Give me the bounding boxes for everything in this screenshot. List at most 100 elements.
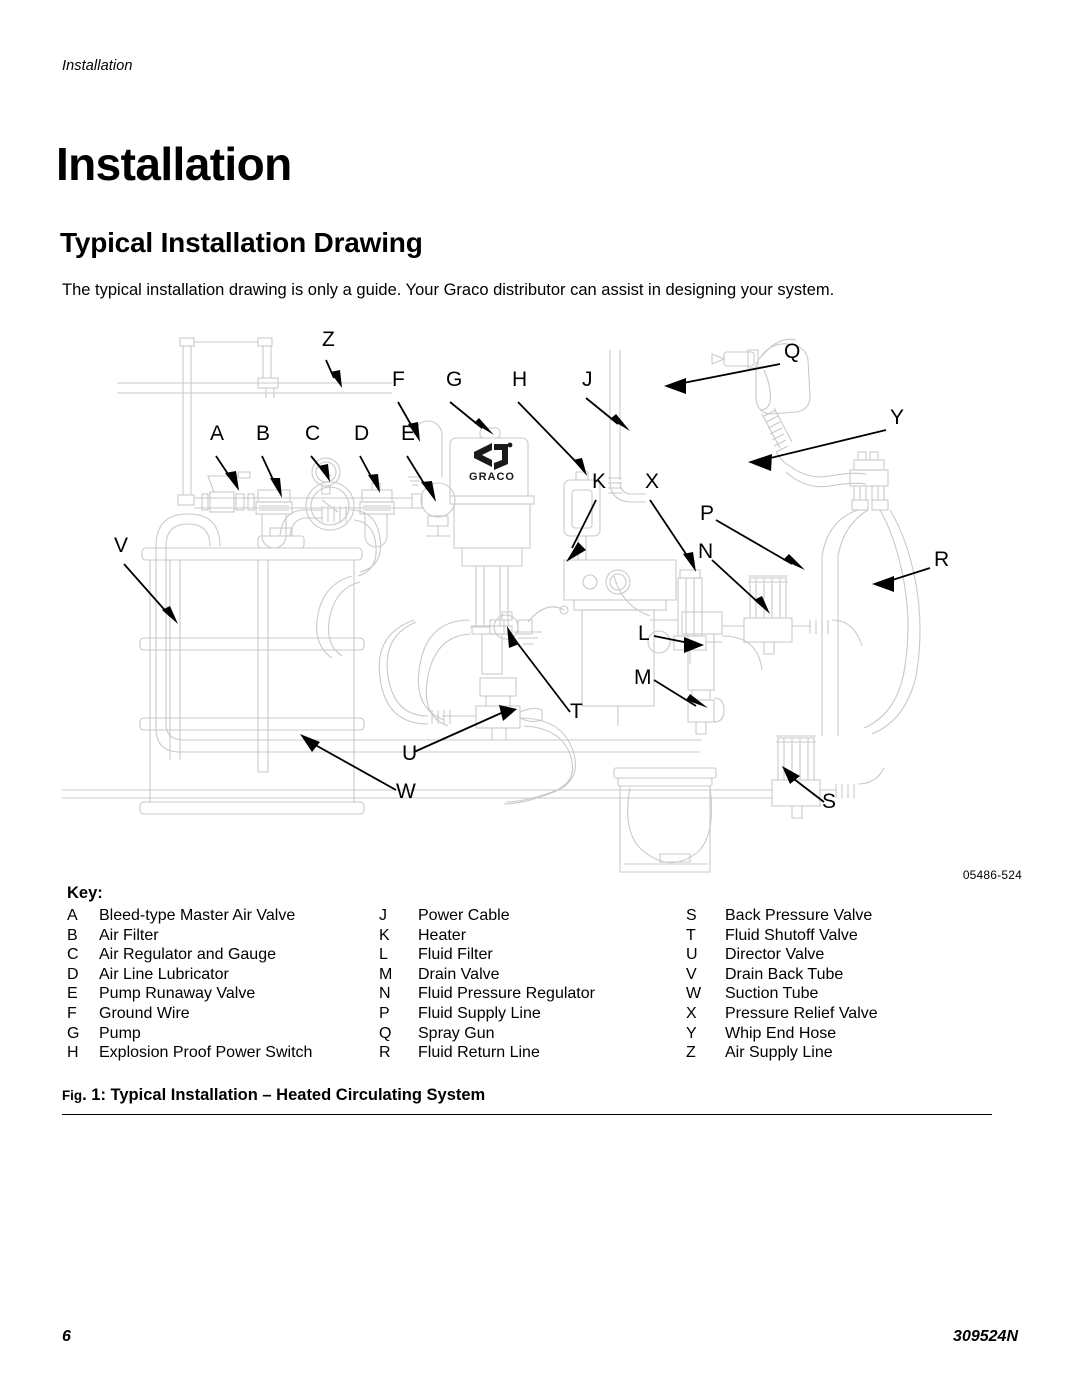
power-cable (608, 350, 646, 503)
callout-letter-F: F (392, 368, 405, 391)
key-letter: S (686, 907, 697, 924)
figure-caption-text: . 1: Typical Installation – Heated Circu… (82, 1086, 486, 1104)
key-letter: E (67, 985, 78, 1003)
drain-valve (687, 689, 725, 735)
key-letter: Y (686, 1024, 697, 1042)
key-letter: T (686, 926, 696, 944)
key-entry: X Pressure Relief Valve (681, 1004, 981, 1024)
key-entry: J Power Cable (374, 906, 681, 926)
key-description: Air Filter (99, 926, 159, 944)
callout-letter-S: S (822, 790, 836, 813)
fluid-return-line (863, 509, 921, 735)
drum-container (139, 506, 382, 815)
key-entry: E Pump Runaway Valve (62, 984, 374, 1004)
key-entry: F Ground Wire (62, 1004, 374, 1024)
key-entry: N Fluid Pressure Regulator (374, 984, 681, 1004)
key-entry: G Pump (62, 1024, 374, 1044)
figure-caption: Fig. 1: Typical Installation – Heated Ci… (62, 1086, 992, 1115)
key-description: Fluid Pressure Regulator (418, 985, 595, 1003)
key-letter: W (686, 985, 702, 1003)
key-letter: U (686, 946, 698, 964)
back-pressure-valve (62, 735, 885, 819)
footer-document-number: 309524N (953, 1328, 1018, 1345)
key-entry: K Heater (374, 926, 681, 946)
key-entry: Q Spray Gun (374, 1024, 681, 1044)
key-entry: Y Whip End Hose (681, 1024, 981, 1044)
waste-bucket (613, 767, 717, 873)
callout-letter-W: W (396, 780, 416, 803)
key-description: Fluid Return Line (418, 1044, 540, 1062)
key-letter: V (686, 965, 697, 983)
key-description: Heater (418, 926, 467, 944)
callout-letter-M: M (634, 666, 652, 689)
key-description: Suction Tube (725, 985, 819, 1003)
key-description: Air Supply Line (725, 1044, 833, 1062)
key-entry: L Fluid Filter (374, 945, 681, 965)
callout-letter-X: X (645, 470, 659, 493)
key-columns: A Bleed-type Master Air Valve B Air Filt… (62, 906, 992, 1063)
running-header: Installation (62, 58, 133, 74)
fluid-filter (613, 575, 723, 691)
figure-caption-prefix: Fig (62, 1088, 83, 1103)
key-letter: F (67, 1004, 77, 1022)
key-entry: T Fluid Shutoff Valve (681, 926, 981, 946)
key-letter: M (379, 965, 393, 983)
callout-letter-C: C (305, 422, 320, 445)
callout-letter-Q: Q (784, 340, 800, 363)
key-letter: P (379, 1004, 390, 1022)
key-column-1: A Bleed-type Master Air Valve B Air Filt… (62, 906, 374, 1063)
document-page: Installation Installation Typical Instal… (0, 0, 1080, 1397)
key-description: Air Line Lubricator (99, 965, 229, 983)
key-entry: B Air Filter (62, 926, 374, 946)
key-entry: Z Air Supply Line (681, 1043, 981, 1063)
installation-schematic: GRACO Z Q F G H J Y A B C D E K X P V N … (62, 328, 949, 873)
key-letter: R (379, 1044, 391, 1062)
drain-back-tube (155, 513, 702, 753)
key-description: Power Cable (418, 907, 510, 924)
key-entry: A Bleed-type Master Air Valve (62, 906, 374, 926)
key-letter: K (379, 926, 390, 944)
key-description: Fluid Filter (418, 946, 493, 964)
key-letter: L (379, 946, 388, 964)
callout-letter-N: N (698, 540, 713, 563)
key-description: Explosion Proof Power Switch (99, 1044, 313, 1062)
section-heading: Typical Installation Drawing (60, 227, 423, 259)
key-letter: J (379, 907, 387, 924)
callout-letter-Y: Y (890, 406, 904, 429)
key-description: Fluid Shutoff Valve (725, 926, 858, 944)
director-valve (378, 619, 576, 805)
callout-letter-D: D (354, 422, 369, 445)
callout-letter-K: K (592, 470, 606, 493)
callout-letter-J: J (582, 368, 593, 391)
key-description: Air Regulator and Gauge (99, 946, 276, 964)
key-letter: Z (686, 1044, 696, 1062)
key-letter: N (379, 985, 391, 1003)
callout-letter-E: E (401, 422, 415, 445)
callout-letter-A: A (210, 422, 224, 445)
callout-letter-G: G (446, 368, 462, 391)
callout-letter-U: U (402, 742, 417, 765)
hose-coupling-group (849, 451, 889, 511)
key-entry: M Drain Valve (374, 965, 681, 985)
key-letter: X (686, 1004, 697, 1022)
callout-letter-L: L (638, 622, 650, 645)
installation-drawing-figure: GRACO Z Q F G H J Y A B C D E K X P V N … (62, 320, 992, 890)
key-entry: R Fluid Return Line (374, 1043, 681, 1063)
key-description: Drain Valve (418, 965, 500, 983)
page-title: Installation (56, 137, 292, 190)
key-entry: U Director Valve (681, 945, 981, 965)
key-entry: S Back Pressure Valve (681, 906, 981, 926)
key-letter: Q (379, 1024, 392, 1042)
key-label: Key: (67, 884, 103, 902)
footer-page-number: 6 (62, 1328, 71, 1345)
key-description: Whip End Hose (725, 1024, 837, 1042)
key-letter: D (67, 965, 79, 983)
key-letter: B (67, 926, 78, 944)
callout-letter-V: V (114, 534, 128, 557)
intro-paragraph: The typical installation drawing is only… (62, 280, 835, 299)
key-column-2: J Power Cable K Heater L Fluid Filter M … (374, 906, 681, 1063)
heater-unit (514, 559, 677, 726)
key-entry: W Suction Tube (681, 984, 981, 1004)
graco-logo: GRACO (469, 442, 514, 483)
key-block: Key: A Bleed-type Master Air Valve B Air… (62, 884, 992, 1063)
